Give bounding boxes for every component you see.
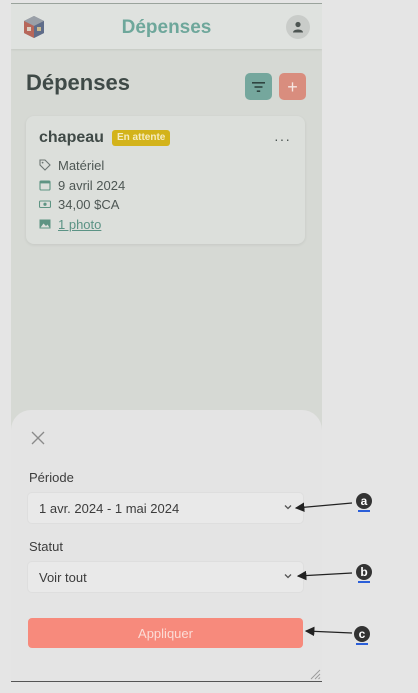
app-header: Dépenses [11, 4, 322, 49]
status-label: Statut [29, 539, 63, 554]
date-row: 9 avril 2024 [39, 177, 125, 193]
money-icon [39, 198, 51, 210]
filter-button[interactable] [245, 73, 272, 100]
expense-amount: 34,00 $CA [58, 196, 120, 212]
user-icon [293, 21, 303, 33]
category-row: Matériel [39, 157, 104, 173]
screen-bottom-edge [11, 681, 322, 682]
annotation-a: a [356, 493, 372, 509]
chevron-down-icon [284, 574, 292, 579]
status-value: Voir tout [39, 569, 87, 585]
attachment-link[interactable]: 1 photo [58, 217, 101, 232]
add-expense-button[interactable]: + [279, 73, 306, 100]
annotation-b-underline [358, 581, 370, 583]
expense-category: Matériel [58, 157, 105, 173]
annotation-c-underline [356, 643, 368, 645]
annotation-c: c [354, 626, 370, 642]
amount-row: 34,00 $CA [39, 196, 119, 212]
period-label: Période [29, 470, 74, 485]
header-title: Dépenses [121, 17, 212, 38]
annotation-b: b [356, 564, 372, 580]
status-badge: En attente [112, 130, 171, 146]
filter-icon [252, 81, 265, 92]
more-options-button[interactable]: ··· [274, 131, 291, 147]
chevron-down-icon [284, 505, 292, 510]
image-icon [39, 218, 51, 230]
attachment-row: 1 photo [39, 216, 101, 232]
expense-date: 9 avril 2024 [58, 177, 126, 193]
resize-handle-icon[interactable] [309, 668, 321, 680]
annotation-a-underline [358, 510, 370, 512]
close-icon[interactable] [30, 430, 46, 446]
calendar-icon [39, 179, 51, 191]
apply-button[interactable]: Appliquer [28, 618, 303, 648]
period-select[interactable]: 1 avr. 2024 - 1 mai 2024 [28, 493, 303, 523]
filter-sheet: Période 1 avr. 2024 - 1 mai 2024 Statut … [11, 410, 322, 681]
status-select[interactable]: Voir tout [28, 562, 303, 592]
period-value: 1 avr. 2024 - 1 mai 2024 [39, 500, 180, 516]
expense-card[interactable]: chapeau En attente ··· Matériel 9 avril … [26, 116, 305, 244]
page-title: Dépenses [26, 70, 130, 95]
expense-name: chapeau [39, 129, 104, 146]
tag-icon [39, 159, 51, 171]
user-menu-button[interactable] [286, 15, 310, 39]
